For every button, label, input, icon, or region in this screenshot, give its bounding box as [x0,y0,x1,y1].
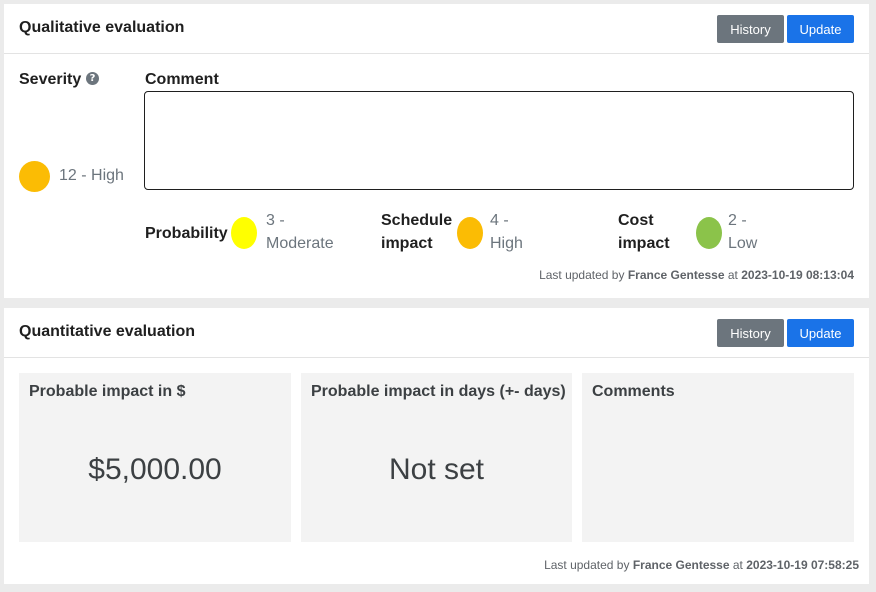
question-circle-icon[interactable]: ? [86,72,99,85]
history-button[interactable]: History [717,15,784,43]
last-updated-text: Last updated by France Gentesse at 2023-… [539,268,854,282]
card-header: Qualitative evaluation History Update [4,4,869,54]
cost-impact-value-line1: 2 - [728,212,747,229]
schedule-impact-label-line2: impact [381,235,433,252]
comment-field[interactable] [144,91,854,190]
update-button[interactable]: Update [787,15,854,43]
probable-impact-dollars-box: Probable impact in $ $5,000.00 [19,373,291,542]
qualitative-evaluation-card: Qualitative evaluation History Update Se… [4,4,869,298]
last-updated-text: Last updated by France Gentesse at 2023-… [544,558,859,572]
severity-label: Severity [19,71,82,88]
probability-value: 3 - Moderate [266,209,334,255]
card-title: Qualitative evaluation [19,19,185,36]
comment-label: Comment [145,71,219,88]
cost-impact-indicator-dot [696,217,722,249]
cost-impact-value: 2 - Low [728,209,757,255]
update-button[interactable]: Update [787,319,854,347]
cost-impact-label-line2: impact [618,235,670,252]
probability-value-line1: 3 - [266,212,285,229]
card-title: Quantitative evaluation [19,323,196,340]
schedule-impact-indicator-dot [457,217,483,249]
last-updated-at: at [732,558,743,572]
cost-impact-label: Cost impact [618,209,670,255]
schedule-impact-label-line1: Schedule [381,212,453,229]
last-updated-prefix: Last updated by [539,268,625,282]
history-button[interactable]: History [717,319,784,347]
severity-indicator-dot [19,161,50,192]
last-updated-user: France Gentesse [632,558,730,572]
box-title: Comments [592,383,675,400]
cost-impact-label-line1: Cost [618,212,654,229]
card-header: Quantitative evaluation History Update [4,308,869,358]
probability-value-line2: Moderate [266,235,334,252]
probable-impact-days-box: Probable impact in days (+- days) Not se… [301,373,572,542]
cost-impact-value-line2: Low [728,235,758,252]
last-updated-timestamp: 2023-10-19 08:13:04 [741,268,854,282]
box-value: $5,000.00 [88,453,222,486]
box-title: Probable impact in days (+- days) [311,383,566,400]
severity-value: 12 - High [59,167,124,184]
schedule-impact-value: 4 - High [490,209,523,255]
last-updated-user: France Gentesse [627,268,725,282]
comments-box: Comments [582,373,854,542]
probability-indicator-dot [231,217,257,249]
last-updated-timestamp: 2023-10-19 07:58:25 [746,558,859,572]
schedule-impact-value-line1: 4 - [490,212,509,229]
box-title: Probable impact in $ [29,383,186,400]
schedule-impact-label: Schedule impact [381,209,452,255]
probability-label: Probability [145,225,228,242]
schedule-impact-value-line2: High [490,235,523,252]
box-value: Not set [388,453,485,486]
last-updated-prefix: Last updated by [544,558,630,572]
quantitative-evaluation-card: Quantitative evaluation History Update P… [4,308,869,584]
last-updated-at: at [727,268,738,282]
